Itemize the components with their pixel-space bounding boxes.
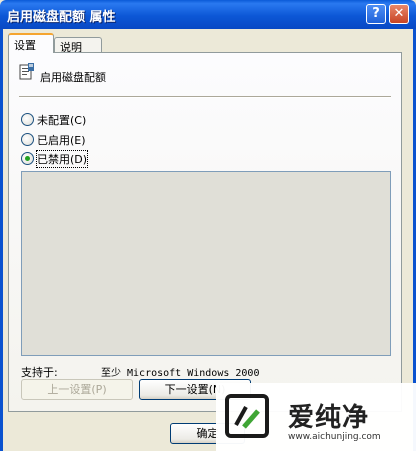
radio-enabled[interactable] (21, 133, 34, 146)
help-button[interactable]: ? (366, 4, 386, 24)
option-not-configured-label: 未配置(C) (37, 114, 87, 127)
watermark-url: www.aichunjing.com (288, 432, 381, 442)
option-disabled-label: 已禁用(D) (35, 150, 89, 168)
close-button[interactable]: ✕ (389, 4, 409, 24)
policy-name: 启用磁盘配额 (40, 71, 106, 84)
supported-on-value: 至少 Microsoft Windows 2000 (101, 368, 260, 379)
settings-panel: 启用磁盘配额 未配置(C) 已启用(E) 已禁用(D) 支持于: 至少 Micr… (8, 52, 402, 412)
policy-setting-icon (19, 63, 34, 80)
brand-logo-icon (225, 394, 269, 438)
radio-disabled[interactable] (21, 152, 34, 165)
window-title: 启用磁盘配额 属性 (7, 10, 116, 25)
tab-settings[interactable]: 设置 (8, 33, 54, 53)
window-border-left (0, 29, 3, 451)
previous-setting-button[interactable]: 上一设置(P) (21, 379, 133, 400)
radio-not-configured[interactable] (21, 113, 34, 126)
tab-explain[interactable]: 说明 (54, 37, 102, 54)
radio-selected-dot (25, 156, 30, 161)
separator (19, 96, 391, 98)
watermark: 爱纯净 www.aichunjing.com (216, 383, 416, 451)
option-enabled-label: 已启用(E) (37, 134, 86, 147)
watermark-brand: 爱纯净 (288, 403, 370, 433)
tab-settings-label: 设置 (14, 39, 36, 52)
properties-dialog: 启用磁盘配额 属性 ? ✕ 设置 说明 启用磁盘配额 未配置(C) 已启用(E) (0, 0, 416, 451)
supported-on-label: 支持于: (21, 366, 58, 379)
title-bar[interactable]: 启用磁盘配额 属性 ? ✕ (0, 0, 416, 29)
policy-description-area (21, 171, 391, 356)
